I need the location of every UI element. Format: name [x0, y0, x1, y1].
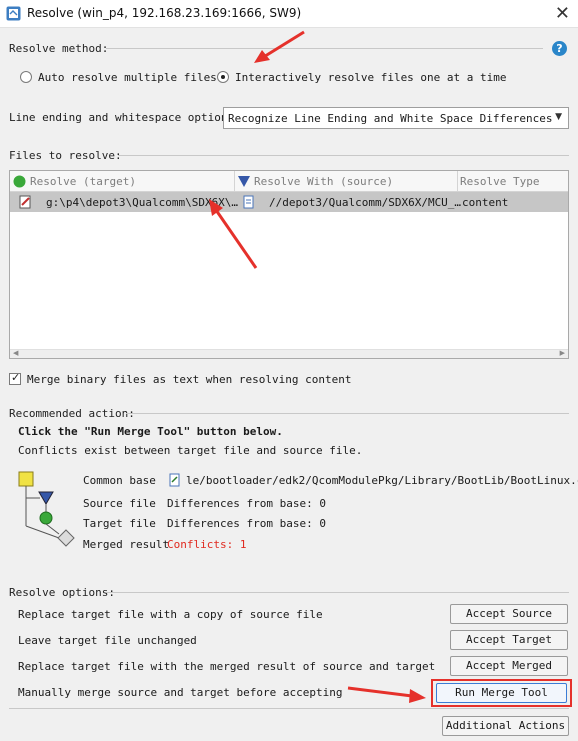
resolve-method-label: Resolve method: [9, 42, 109, 55]
type-cell: content [462, 196, 509, 209]
option-desc: Leave target file unchanged [18, 634, 197, 647]
column-separator [234, 171, 235, 192]
merge-diagram-icon [18, 471, 75, 547]
source-column-icon [238, 176, 250, 187]
window-title: Resolve (win_p4, 192.168.23.169:1666, SW… [27, 6, 302, 20]
source-file-value: Differences from base: 0 [167, 497, 326, 510]
recommended-headline: Click the "Run Merge Tool" button below. [18, 425, 283, 438]
column-header-source[interactable]: Resolve With (source) [254, 175, 393, 188]
divider [106, 592, 569, 593]
close-icon[interactable]: ✕ [555, 3, 570, 24]
target-file-value: Differences from base: 0 [167, 517, 326, 530]
auto-resolve-label[interactable]: Auto resolve multiple files [38, 71, 217, 84]
additional-actions-label: Additional Actions [445, 719, 566, 732]
recommended-action-label: Recommended action: [9, 407, 135, 420]
resolve-options-label: Resolve options: [9, 586, 115, 599]
divider [126, 413, 569, 414]
annotation-arrow [254, 30, 305, 63]
title-bar: Resolve (win_p4, 192.168.23.169:1666, SW… [0, 0, 578, 28]
option-desc: Manually merge source and target before … [18, 686, 343, 699]
divider [118, 155, 569, 156]
scroll-right-icon[interactable]: ▶ [560, 349, 565, 357]
edit-file-icon [19, 195, 31, 209]
column-header-target[interactable]: Resolve (target) [30, 175, 136, 188]
line-ending-value: Recognize Line Ending and White Space Di… [228, 112, 553, 125]
accept-source-button[interactable]: Accept Source [450, 604, 568, 624]
recommended-subline: Conflicts exist between target file and … [18, 444, 363, 457]
horizontal-scrollbar[interactable]: ◀ ▶ [10, 349, 568, 358]
column-header-type[interactable]: Resolve Type [460, 175, 539, 188]
target-column-icon [13, 175, 26, 188]
option-desc: Replace target file with the merged resu… [18, 660, 436, 673]
help-icon[interactable]: ? [552, 41, 567, 56]
p4-app-icon [6, 6, 21, 21]
auto-resolve-radio[interactable] [20, 71, 32, 83]
table-header: Resolve (target) Resolve With (source) R… [10, 171, 568, 192]
interactive-resolve-label[interactable]: Interactively resolve files one at a tim… [235, 71, 507, 84]
target-file-key: Target file [83, 517, 156, 530]
interactive-resolve-radio[interactable] [217, 71, 229, 83]
file-icon [169, 473, 180, 487]
option-desc: Replace target file with a copy of sourc… [18, 608, 323, 621]
column-separator [457, 171, 458, 192]
source-file-key: Source file [83, 497, 156, 510]
common-base-value: le/bootloader/edk2/QcomModulePkg/Library… [186, 474, 578, 487]
divider [9, 708, 569, 709]
line-ending-label: Line ending and whitespace options [9, 111, 235, 124]
merged-result-key: Merged result [83, 538, 170, 551]
merge-binary-checkbox[interactable] [9, 371, 21, 385]
files-table[interactable]: Resolve (target) Resolve With (source) R… [9, 170, 569, 359]
accept-target-button[interactable]: Accept Target [450, 630, 568, 650]
table-row[interactable]: g:\p4\depot3\Qualcomm\SDX6X\… //depot3/Q… [10, 192, 568, 212]
chevron-down-icon: ▼ [555, 112, 562, 122]
annotation-arrow [347, 686, 426, 703]
additional-actions-button[interactable]: Additional Actions ▾ [442, 716, 569, 741]
annotation-arrow [209, 199, 258, 269]
annotation-highlight-box [431, 679, 572, 707]
merge-binary-label[interactable]: Merge binary files as text when resolvin… [27, 373, 352, 386]
common-base-key: Common base [83, 474, 156, 487]
files-label: Files to resolve: [9, 149, 122, 162]
merged-result-value: Conflicts: 1 [167, 538, 247, 551]
scroll-left-icon[interactable]: ◀ [13, 349, 18, 357]
accept-merged-button[interactable]: Accept Merged [450, 656, 568, 676]
divider [106, 48, 543, 49]
line-ending-dropdown[interactable]: Recognize Line Ending and White Space Di… [223, 107, 569, 129]
source-cell: //depot3/Qualcomm/SDX6X/MCU_… [269, 196, 462, 209]
